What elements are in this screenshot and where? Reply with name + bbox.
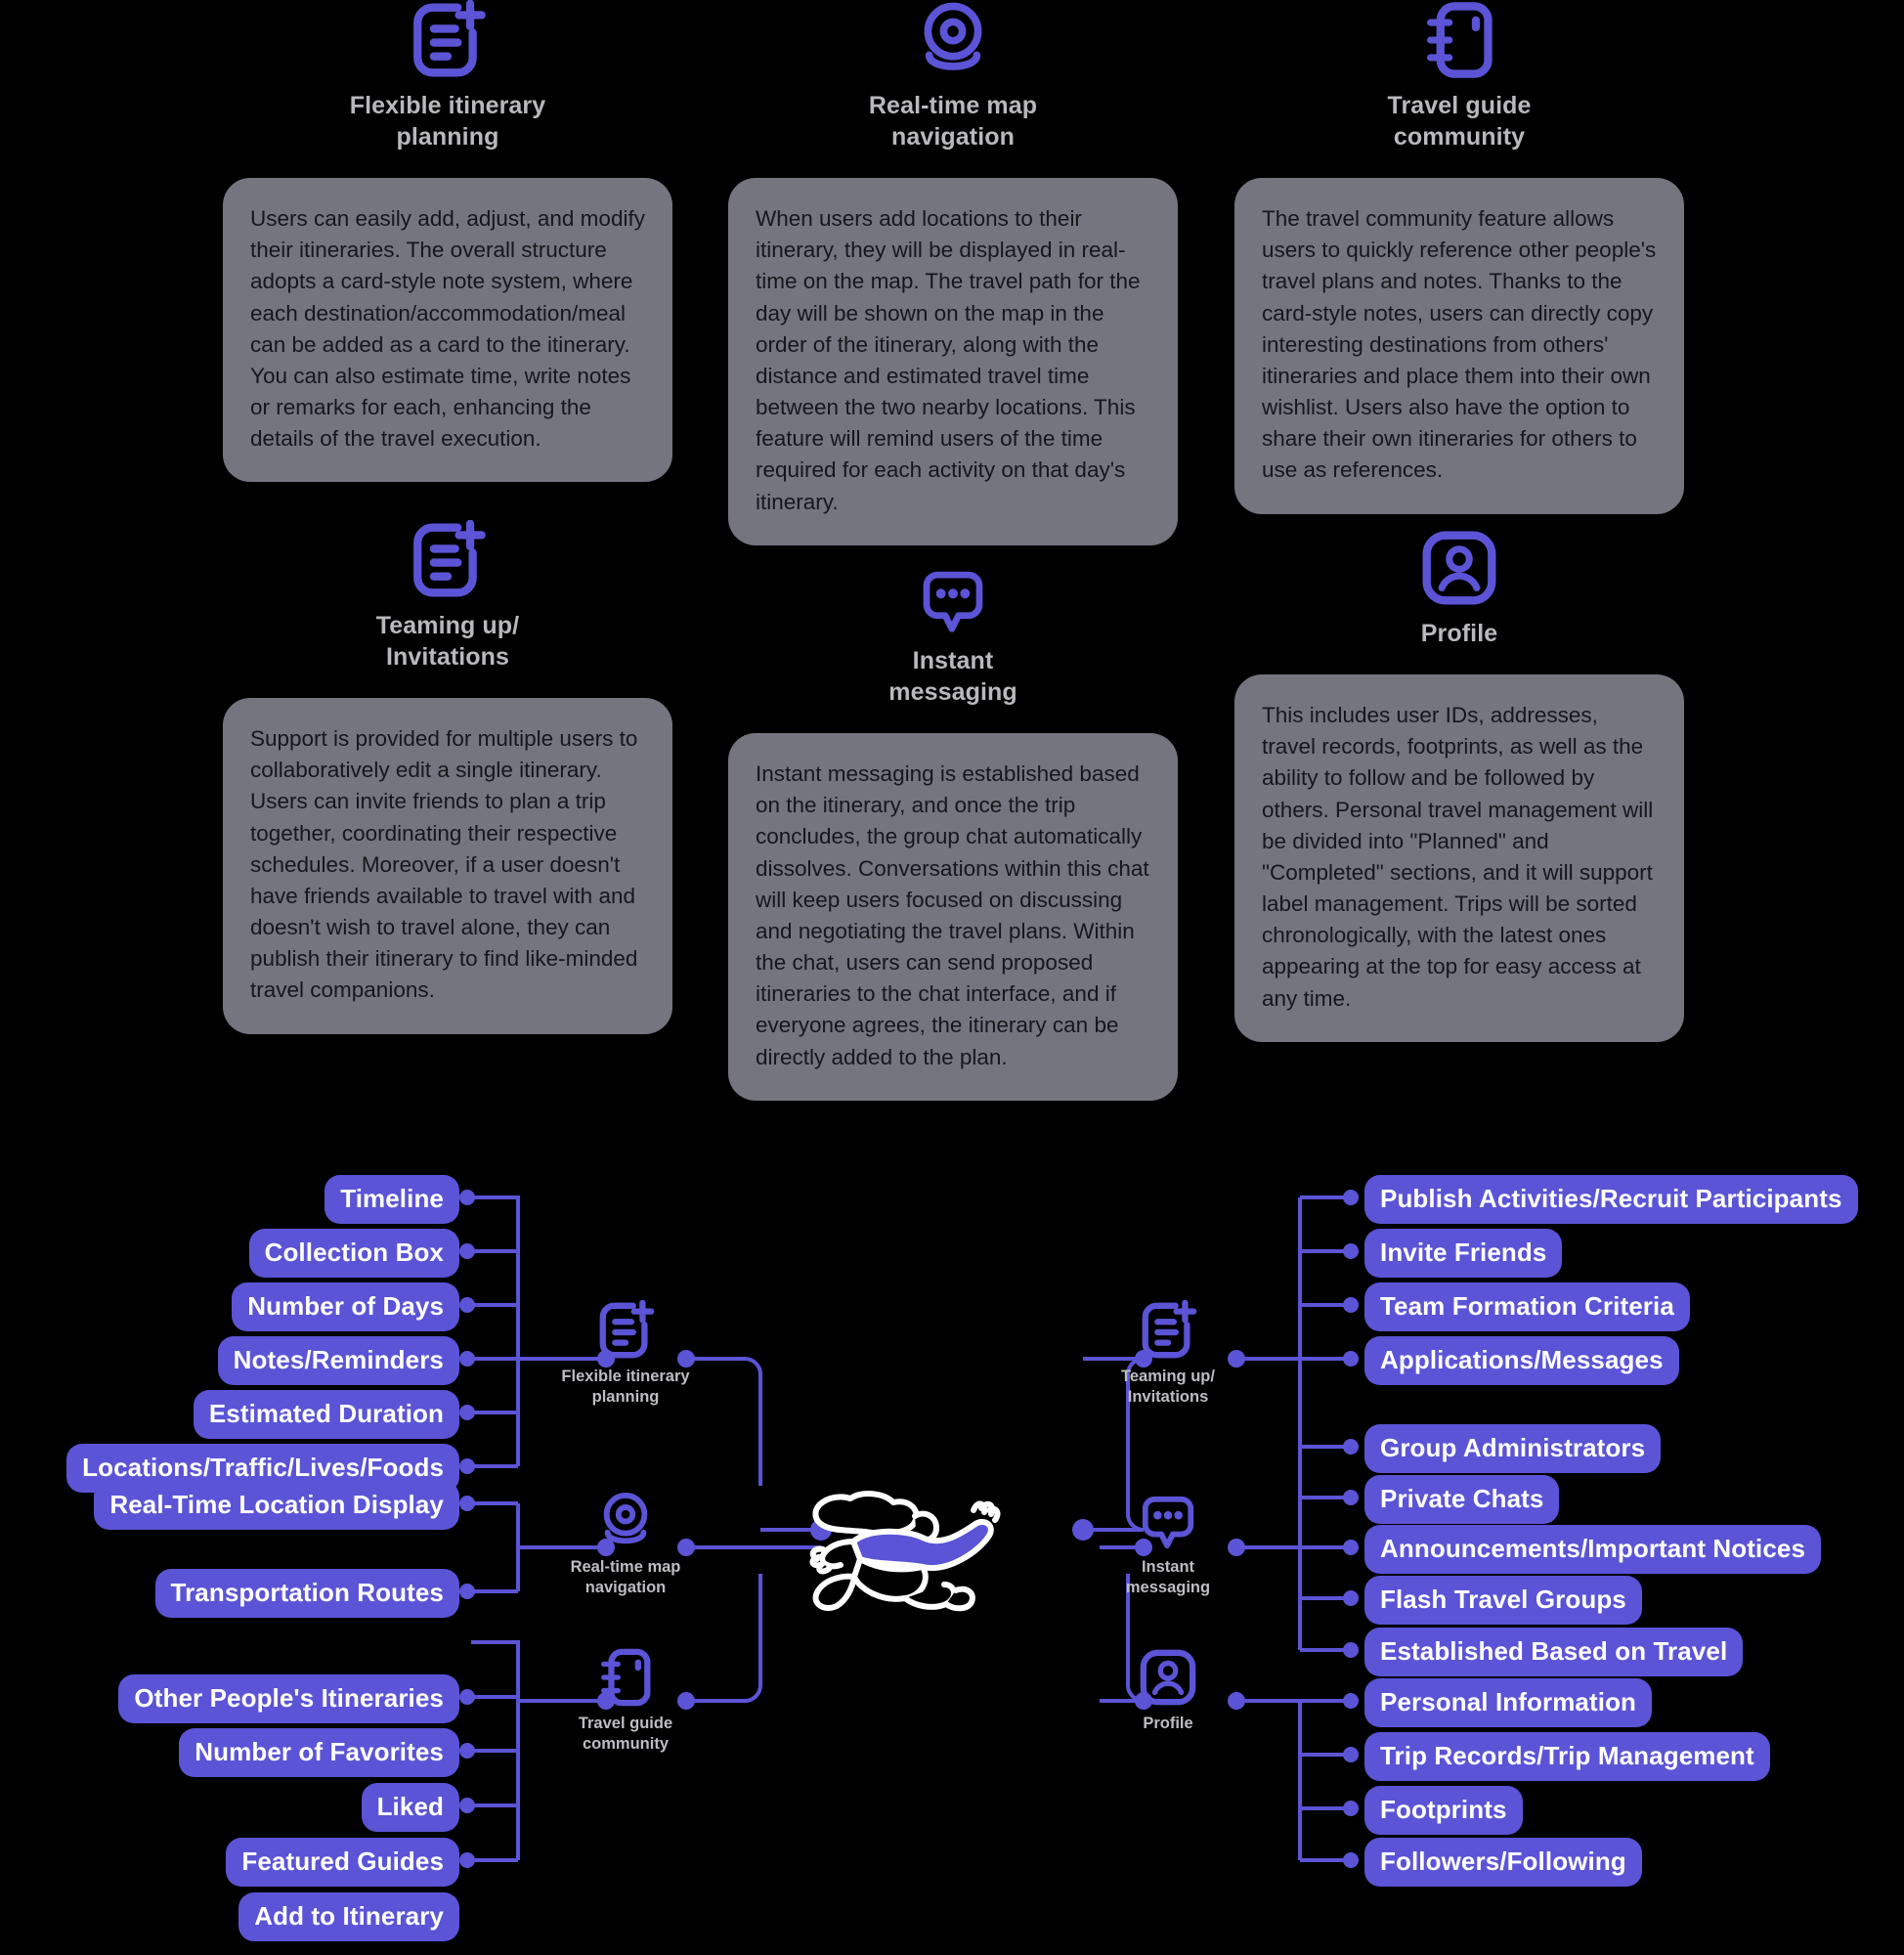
mindmap-node-label: Travel guide community: [578, 1715, 673, 1753]
feature-title: Profile: [1420, 620, 1498, 647]
mindmap-node-label: Flexible itinerary planning: [561, 1368, 690, 1406]
running-person-illustration: [809, 1491, 1001, 1612]
feature-mindmap-section: Flexible itinerary planning Real-time ma…: [0, 1114, 1904, 1955]
note-add-icon: [599, 1300, 655, 1359]
mindmap-leaf-number-of-favorites[interactable]: Number of Favorites: [179, 1728, 459, 1777]
feature-header: Travel guide community: [1234, 0, 1684, 152]
mindmap-leaf-flash-travel-groups[interactable]: Flash Travel Groups: [1364, 1576, 1642, 1625]
mindmap-node-instant-messaging[interactable]: Instant messaging: [1080, 1491, 1256, 1597]
mindmap-leaf-liked[interactable]: Liked: [361, 1783, 459, 1832]
feature-description-card: The travel community feature allows user…: [1234, 178, 1684, 514]
profile-icon: [1140, 1649, 1196, 1706]
map-pin-icon: [603, 1492, 648, 1544]
feature-description-card: Instant messaging is established based o…: [728, 733, 1178, 1101]
mindmap-leaf-team-formation-criteria[interactable]: Team Formation Criteria: [1364, 1282, 1690, 1331]
mindmap-leaf-announcements-important-notices[interactable]: Announcements/Important Notices: [1364, 1525, 1822, 1574]
chat-bubble-icon: [1142, 1496, 1194, 1549]
mindmap-leaf-publish-activities-recruit-participants[interactable]: Publish Activities/Recruit Participants: [1364, 1175, 1858, 1224]
feature-header: Profile: [1234, 528, 1684, 649]
mindmap-leaf-estimated-duration[interactable]: Estimated Duration: [193, 1390, 459, 1439]
mindmap-node-label: Teaming up/ Invitations: [1121, 1368, 1215, 1406]
mindmap-leaf-private-chats[interactable]: Private Chats: [1364, 1475, 1560, 1524]
feature-title: Instant messaging: [888, 647, 1017, 706]
feature-card-travel-guide-community: Travel guide community The travel commun…: [1234, 0, 1684, 514]
feature-card-teaming-up-invitations: Teaming up/ Invitations Support is provi…: [223, 520, 672, 1034]
mindmap-leaf-applications-messages[interactable]: Applications/Messages: [1364, 1336, 1679, 1385]
feature-description: When users add locations to their itiner…: [756, 206, 1141, 514]
feature-header: Real-time map navigation: [728, 0, 1178, 152]
mindmap-node-real-time-map-navigation[interactable]: Real-time map navigation: [538, 1491, 714, 1597]
mindmap-node-profile[interactable]: Profile: [1080, 1647, 1256, 1734]
feature-card-instant-messaging: Instant messaging Instant messaging is e…: [728, 565, 1178, 1101]
mindmap-leaf-trip-records-trip-management[interactable]: Trip Records/Trip Management: [1364, 1732, 1770, 1781]
mindmap-leaf-established-based-on-travel[interactable]: Established Based on Travel: [1364, 1628, 1744, 1676]
feature-description: This includes user IDs, addresses, trave…: [1262, 703, 1654, 1011]
mindmap-leaf-real-time-location-display[interactable]: Real-Time Location Display: [94, 1481, 459, 1530]
mindmap-node-label: Profile: [1143, 1715, 1193, 1732]
feature-title: Real-time map navigation: [868, 92, 1038, 151]
mindmap-node-teaming-up-invitations[interactable]: Teaming up/ Invitations: [1080, 1300, 1256, 1407]
feature-overview-section: Flexible itinerary planning Users can ea…: [0, 0, 1904, 1114]
mindmap-leaf-footprints[interactable]: Footprints: [1364, 1786, 1523, 1835]
feature-description-card: This includes user IDs, addresses, trave…: [1234, 674, 1684, 1042]
mindmap-node-travel-guide-community[interactable]: Travel guide community: [538, 1647, 714, 1754]
feature-description-card: Users can easily add, adjust, and modify…: [223, 178, 672, 483]
mindmap-leaf-transportation-routes[interactable]: Transportation Routes: [154, 1569, 459, 1618]
feature-title: Travel guide community: [1387, 92, 1532, 151]
feature-description: Support is provided for multiple users t…: [250, 726, 638, 1003]
feature-card-real-time-map-navigation: Real-time map navigation When users add …: [728, 0, 1178, 545]
chat-bubble-icon: [923, 571, 983, 632]
feature-description: Instant messaging is established based o…: [756, 761, 1149, 1069]
notebook-icon: [601, 1648, 651, 1707]
page-root: Flexible itinerary planning Users can ea…: [0, 0, 1904, 1955]
mindmap-node-label: Real-time map navigation: [570, 1558, 681, 1596]
mindmap-leaf-number-of-days[interactable]: Number of Days: [232, 1282, 459, 1331]
feature-description-card: When users add locations to their itiner…: [728, 178, 1178, 545]
mindmap-leaf-notes-reminders[interactable]: Notes/Reminders: [217, 1336, 459, 1385]
feature-description: The travel community feature allows user…: [1262, 206, 1657, 483]
feature-card-profile: Profile This includes user IDs, addresse…: [1234, 528, 1684, 1042]
map-pin-icon: [924, 2, 982, 70]
feature-description: Users can easily add, adjust, and modify…: [250, 206, 645, 452]
note-add-icon: [1142, 1300, 1197, 1359]
feature-title: Flexible itinerary planning: [349, 92, 546, 151]
feature-card-flexible-itinerary-planning: Flexible itinerary planning Users can ea…: [223, 0, 672, 483]
feature-header: Flexible itinerary planning: [223, 0, 672, 152]
note-add-icon: [413, 520, 486, 597]
feature-header: Teaming up/ Invitations: [223, 520, 672, 673]
feature-description-card: Support is provided for multiple users t…: [223, 698, 672, 1034]
notebook-icon: [1427, 2, 1493, 78]
mindmap-node-label: Instant messaging: [1125, 1558, 1211, 1596]
feature-header: Instant messaging: [728, 565, 1178, 708]
profile-icon: [1422, 531, 1496, 605]
mindmap-leaf-group-administrators[interactable]: Group Administrators: [1364, 1424, 1662, 1473]
mindmap-leaf-featured-guides[interactable]: Featured Guides: [226, 1838, 459, 1887]
mindmap-leaf-other-peoples-itineraries[interactable]: Other People's Itineraries: [118, 1674, 459, 1723]
note-add-icon: [413, 0, 486, 77]
mindmap-leaf-collection-box[interactable]: Collection Box: [248, 1229, 459, 1278]
mindmap-node-flexible-itinerary-planning[interactable]: Flexible itinerary planning: [538, 1300, 714, 1407]
mindmap-leaf-followers-following[interactable]: Followers/Following: [1364, 1838, 1642, 1887]
mindmap-leaf-personal-information[interactable]: Personal Information: [1364, 1678, 1653, 1727]
mindmap-leaf-add-to-itinerary[interactable]: Add to Itinerary: [238, 1892, 459, 1941]
mindmap-leaf-invite-friends[interactable]: Invite Friends: [1364, 1229, 1563, 1278]
feature-title: Teaming up/ Invitations: [375, 612, 520, 671]
mindmap-leaf-timeline[interactable]: Timeline: [325, 1175, 459, 1224]
